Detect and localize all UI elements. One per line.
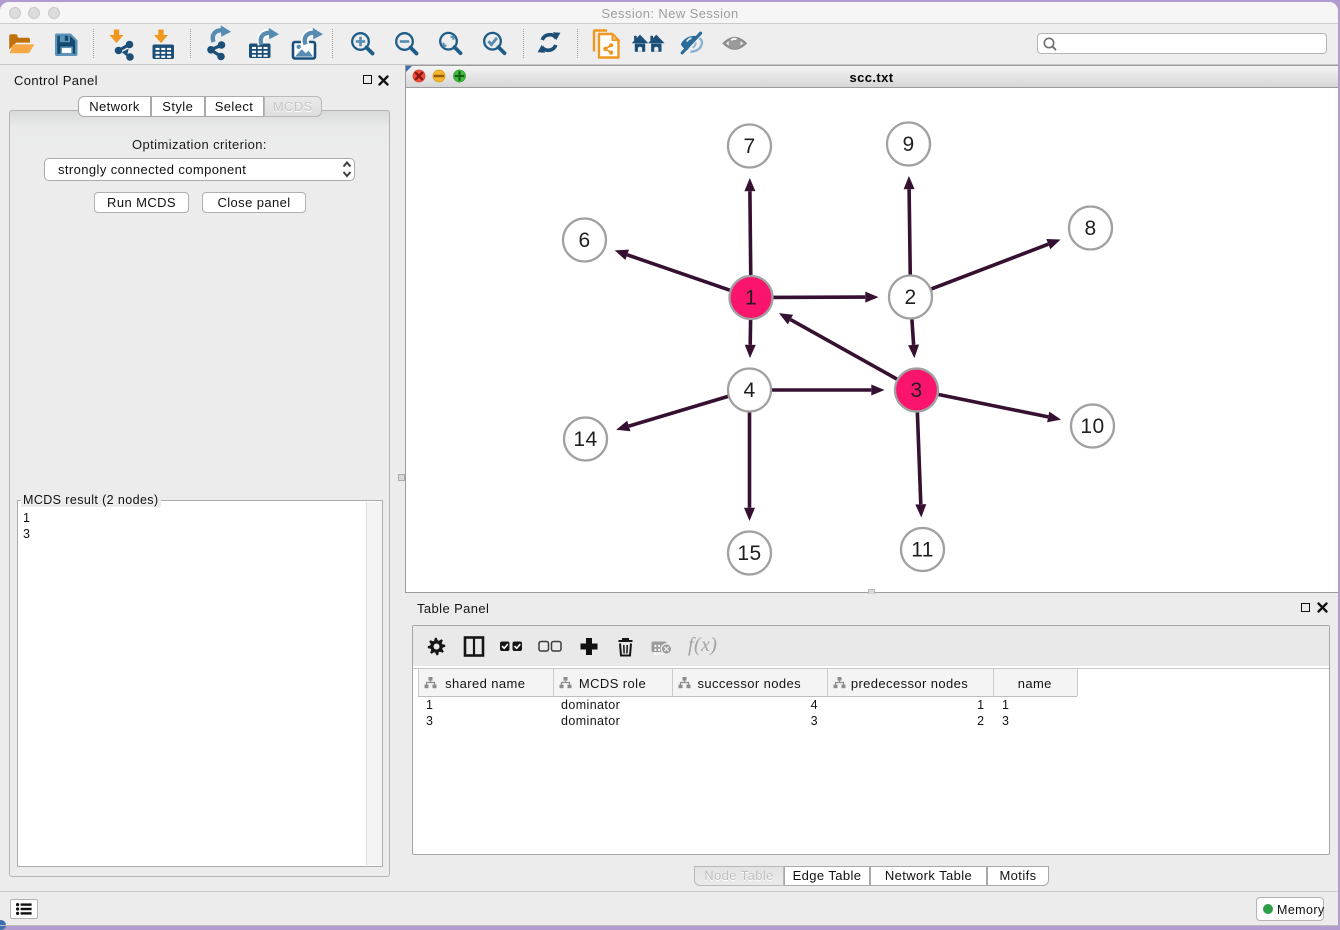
- svg-text:14: 14: [573, 428, 597, 451]
- svg-text:1: 1: [744, 287, 756, 310]
- svg-text:6: 6: [578, 229, 590, 252]
- svg-text:2: 2: [904, 286, 916, 309]
- svg-text:10: 10: [1080, 415, 1104, 438]
- svg-text:9: 9: [902, 133, 914, 156]
- svg-text:7: 7: [743, 135, 755, 158]
- svg-text:4: 4: [743, 379, 755, 402]
- svg-text:11: 11: [911, 539, 934, 562]
- svg-text:8: 8: [1084, 217, 1096, 240]
- svg-text:3: 3: [910, 379, 922, 402]
- svg-text:15: 15: [737, 542, 761, 565]
